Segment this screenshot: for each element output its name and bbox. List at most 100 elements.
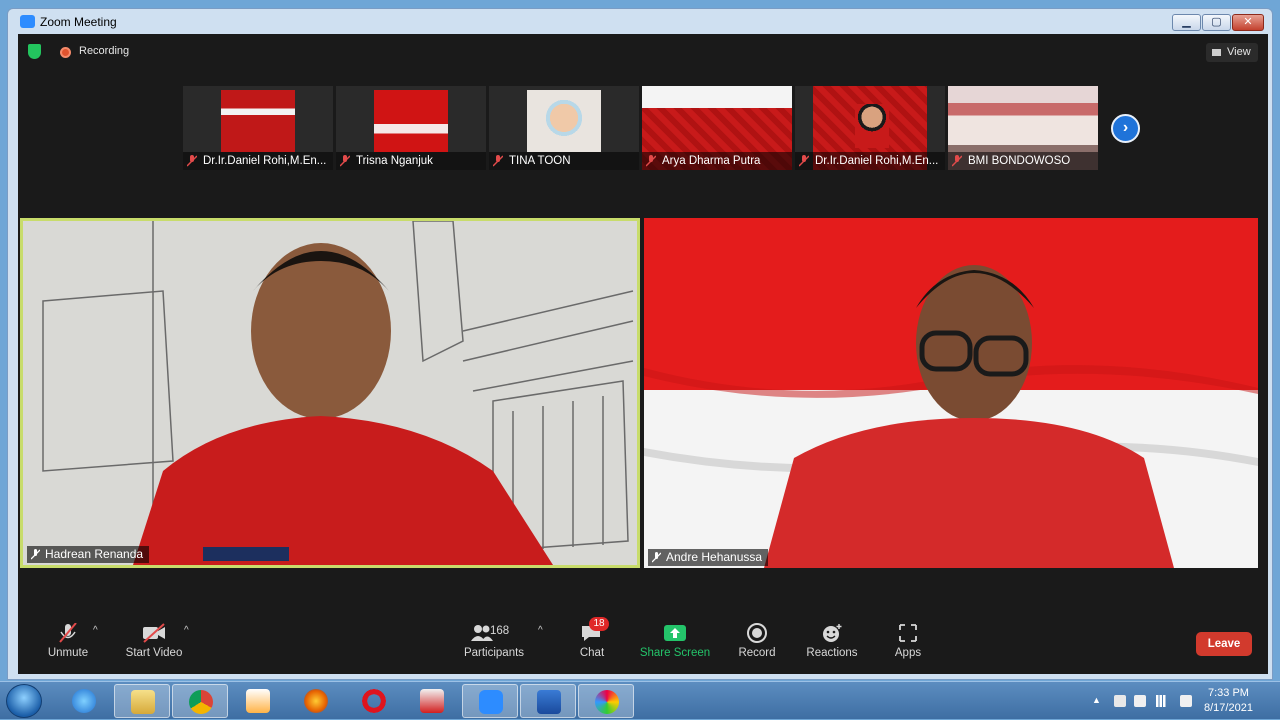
share-screen-label: Share Screen xyxy=(639,647,711,659)
volume-icon[interactable] xyxy=(1180,695,1192,707)
battery-icon[interactable] xyxy=(1134,695,1146,707)
show-hidden-icons-icon[interactable]: ▲ xyxy=(1092,695,1104,707)
shield-icon[interactable] xyxy=(28,44,41,59)
participants-count: 168 xyxy=(490,625,510,637)
maximize-button[interactable]: ▢ xyxy=(1202,14,1231,31)
meeting-area: Recording View Dr.Ir.Daniel Rohi,M.En...… xyxy=(18,34,1268,674)
mic-muted-icon xyxy=(187,155,197,167)
mic-icon xyxy=(652,552,661,563)
meeting-toolbar: Unmute ^ Start Video ^ 168 Participants … xyxy=(18,609,1268,674)
participant-name: Dr.Ir.Daniel Rohi,M.En... xyxy=(795,152,945,170)
banner xyxy=(642,86,792,108)
participant-name: BMI BONDOWOSO xyxy=(948,152,1098,170)
video-off-icon xyxy=(142,623,166,643)
participant-video xyxy=(23,221,637,565)
participant-video xyxy=(221,90,295,152)
participant-name: Dr.Ir.Daniel Rohi,M.En... xyxy=(183,152,333,170)
taskbar-app-opera[interactable] xyxy=(346,684,402,718)
participant-thumbnail[interactable]: Dr.Ir.Daniel Rohi,M.En... xyxy=(795,86,945,170)
mic-muted-icon xyxy=(799,155,809,167)
chat-button[interactable]: 18 Chat xyxy=(570,617,614,659)
recording-label: Recording xyxy=(79,45,130,57)
minimize-button[interactable]: ▁ xyxy=(1172,14,1201,31)
record-icon xyxy=(745,623,769,643)
video-options-caret[interactable]: ^ xyxy=(184,625,189,636)
opera-icon xyxy=(362,689,386,713)
reactions-icon xyxy=(820,623,844,643)
taskbar-app-word[interactable] xyxy=(520,684,576,718)
participant-video xyxy=(527,90,601,152)
next-page-icon[interactable]: › xyxy=(1111,114,1140,143)
media-player-icon xyxy=(246,689,270,713)
mic-muted-icon xyxy=(493,155,503,167)
video-tile-active-speaker[interactable]: Hadrean Renanda xyxy=(20,218,640,568)
mic-muted-icon xyxy=(340,155,350,167)
apps-label: Apps xyxy=(894,647,922,659)
view-icon xyxy=(1212,49,1221,56)
start-button[interactable] xyxy=(6,684,42,718)
share-screen-icon xyxy=(663,623,687,643)
mic-icon xyxy=(31,549,40,560)
firefox-icon xyxy=(304,689,328,713)
windows-taskbar: ▲ 7:33 PM 8/17/2021 xyxy=(0,681,1280,719)
audio-options-caret[interactable]: ^ xyxy=(93,625,98,636)
taskbar-app-explorer[interactable] xyxy=(114,684,170,718)
action-center-icon[interactable] xyxy=(1114,695,1126,707)
taskbar-app-zoom[interactable] xyxy=(462,684,518,718)
system-tray: ▲ 7:33 PM 8/17/2021 xyxy=(1088,682,1280,720)
leave-button[interactable]: Leave xyxy=(1196,632,1252,656)
view-button[interactable]: View xyxy=(1206,43,1258,62)
chat-icon: 18 xyxy=(580,617,609,643)
reactions-label: Reactions xyxy=(806,647,858,659)
participant-thumbnail[interactable]: TINA TOON xyxy=(489,86,639,170)
clock-time[interactable]: 7:33 PM xyxy=(1208,687,1249,699)
paint-icon xyxy=(595,690,619,714)
participants-label: Participants xyxy=(463,647,525,659)
word-icon xyxy=(537,690,561,714)
participants-icon: 168 xyxy=(462,623,526,643)
mic-muted-icon xyxy=(56,622,80,643)
start-video-button[interactable]: Start Video xyxy=(122,623,186,659)
participant-video xyxy=(644,218,1258,568)
mic-muted-icon xyxy=(646,155,656,167)
unmute-button[interactable]: Unmute xyxy=(40,622,96,659)
reactions-button[interactable]: Reactions xyxy=(802,623,862,659)
recording-icon xyxy=(60,47,71,58)
taskbar-app-paint[interactable] xyxy=(578,684,634,718)
participant-name-label: Andre Hehanussa xyxy=(648,549,769,566)
clock-date[interactable]: 8/17/2021 xyxy=(1204,702,1253,714)
close-button[interactable]: ✕ xyxy=(1232,14,1264,31)
zoom-logo-icon xyxy=(20,15,35,28)
title-bar: Zoom Meeting ▁ ▢ ✕ xyxy=(8,9,1272,35)
app-icon xyxy=(420,689,444,713)
window-title: Zoom Meeting xyxy=(40,15,117,29)
taskbar-app-firefox[interactable] xyxy=(288,684,344,718)
record-button[interactable]: Record xyxy=(732,623,782,659)
participant-name-label: Hadrean Renanda xyxy=(27,546,150,563)
network-signal-icon[interactable] xyxy=(1156,695,1168,707)
participant-face xyxy=(855,104,889,148)
chrome-icon xyxy=(189,690,213,714)
participant-thumbnail[interactable]: Dr.Ir.Daniel Rohi,M.En... xyxy=(183,86,333,170)
participant-thumbnail[interactable]: Trisna Nganjuk xyxy=(336,86,486,170)
unmute-label: Unmute xyxy=(47,647,89,659)
apps-button[interactable]: Apps xyxy=(886,623,930,659)
participants-button[interactable]: 168 Participants xyxy=(462,623,526,659)
record-label: Record xyxy=(738,647,776,659)
participant-thumbnail[interactable]: BMI BONDOWOSO xyxy=(948,86,1098,170)
taskbar-app-other[interactable] xyxy=(404,684,460,718)
taskbar-app-ie[interactable] xyxy=(56,684,112,718)
participant-name: Arya Dharma Putra xyxy=(642,152,792,170)
chat-unread-badge: 18 xyxy=(589,617,609,631)
zoom-window: Zoom Meeting ▁ ▢ ✕ Recording View Dr.Ir.… xyxy=(7,8,1273,680)
taskbar-app-chrome[interactable] xyxy=(172,684,228,718)
video-tile[interactable]: Andre Hehanussa xyxy=(644,218,1258,568)
participant-thumbnail[interactable]: Arya Dharma Putra xyxy=(642,86,792,170)
share-screen-button[interactable]: Share Screen xyxy=(636,623,714,659)
participants-options-caret[interactable]: ^ xyxy=(538,625,543,636)
folder-icon xyxy=(131,690,155,714)
zoom-icon xyxy=(479,690,503,714)
participant-video xyxy=(374,90,448,152)
participant-name: Trisna Nganjuk xyxy=(336,152,486,170)
taskbar-app-media[interactable] xyxy=(230,684,286,718)
